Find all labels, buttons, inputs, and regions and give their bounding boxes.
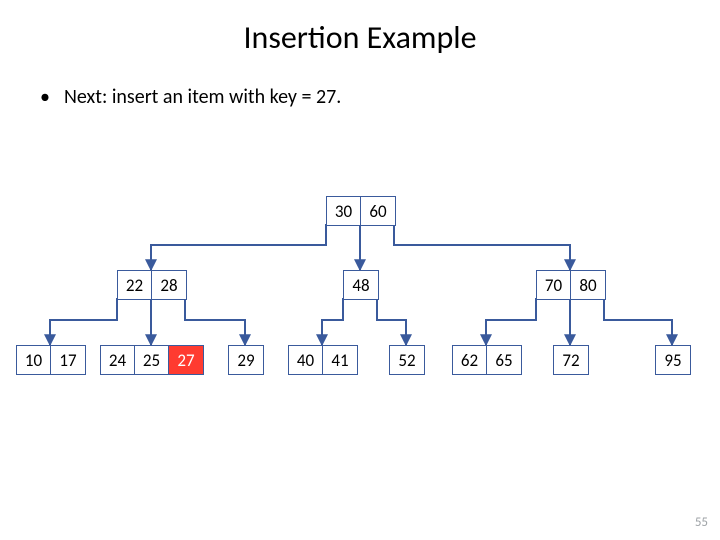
key-cell: 48 (344, 271, 378, 299)
key-cell: 40 (289, 346, 323, 374)
key-cell: 52 (390, 346, 424, 374)
key-cell: 17 (51, 346, 85, 374)
leaf-node: 40 41 (288, 345, 358, 375)
key-cell: 22 (118, 271, 152, 299)
key-cell: 72 (554, 346, 588, 374)
key-cell: 28 (152, 271, 186, 299)
btree-diagram: 30 60 22 28 48 70 80 10 17 24 25 27 29 4… (0, 0, 720, 540)
leaf-node: 62 65 (452, 345, 522, 375)
mid-center-node: 48 (343, 270, 379, 300)
key-cell: 95 (656, 346, 690, 374)
key-cell: 25 (135, 346, 169, 374)
mid-left-node: 22 28 (117, 270, 187, 300)
key-cell: 41 (323, 346, 357, 374)
leaf-node: 29 (228, 345, 264, 375)
key-cell: 29 (229, 346, 263, 374)
key-cell: 60 (361, 197, 395, 225)
slide-number: 55 (695, 515, 708, 530)
leaf-node: 72 (553, 345, 589, 375)
leaf-node: 52 (389, 345, 425, 375)
key-cell: 70 (537, 271, 571, 299)
key-cell: 65 (487, 346, 521, 374)
leaf-node: 95 (655, 345, 691, 375)
leaf-node: 10 17 (16, 345, 86, 375)
key-cell: 24 (101, 346, 135, 374)
root-node: 30 60 (326, 196, 396, 226)
key-cell: 30 (327, 197, 361, 225)
key-cell: 80 (571, 271, 605, 299)
mid-right-node: 70 80 (536, 270, 606, 300)
key-cell: 62 (453, 346, 487, 374)
key-cell-highlight: 27 (169, 346, 203, 374)
key-cell: 10 (17, 346, 51, 374)
leaf-node: 24 25 27 (100, 345, 204, 375)
